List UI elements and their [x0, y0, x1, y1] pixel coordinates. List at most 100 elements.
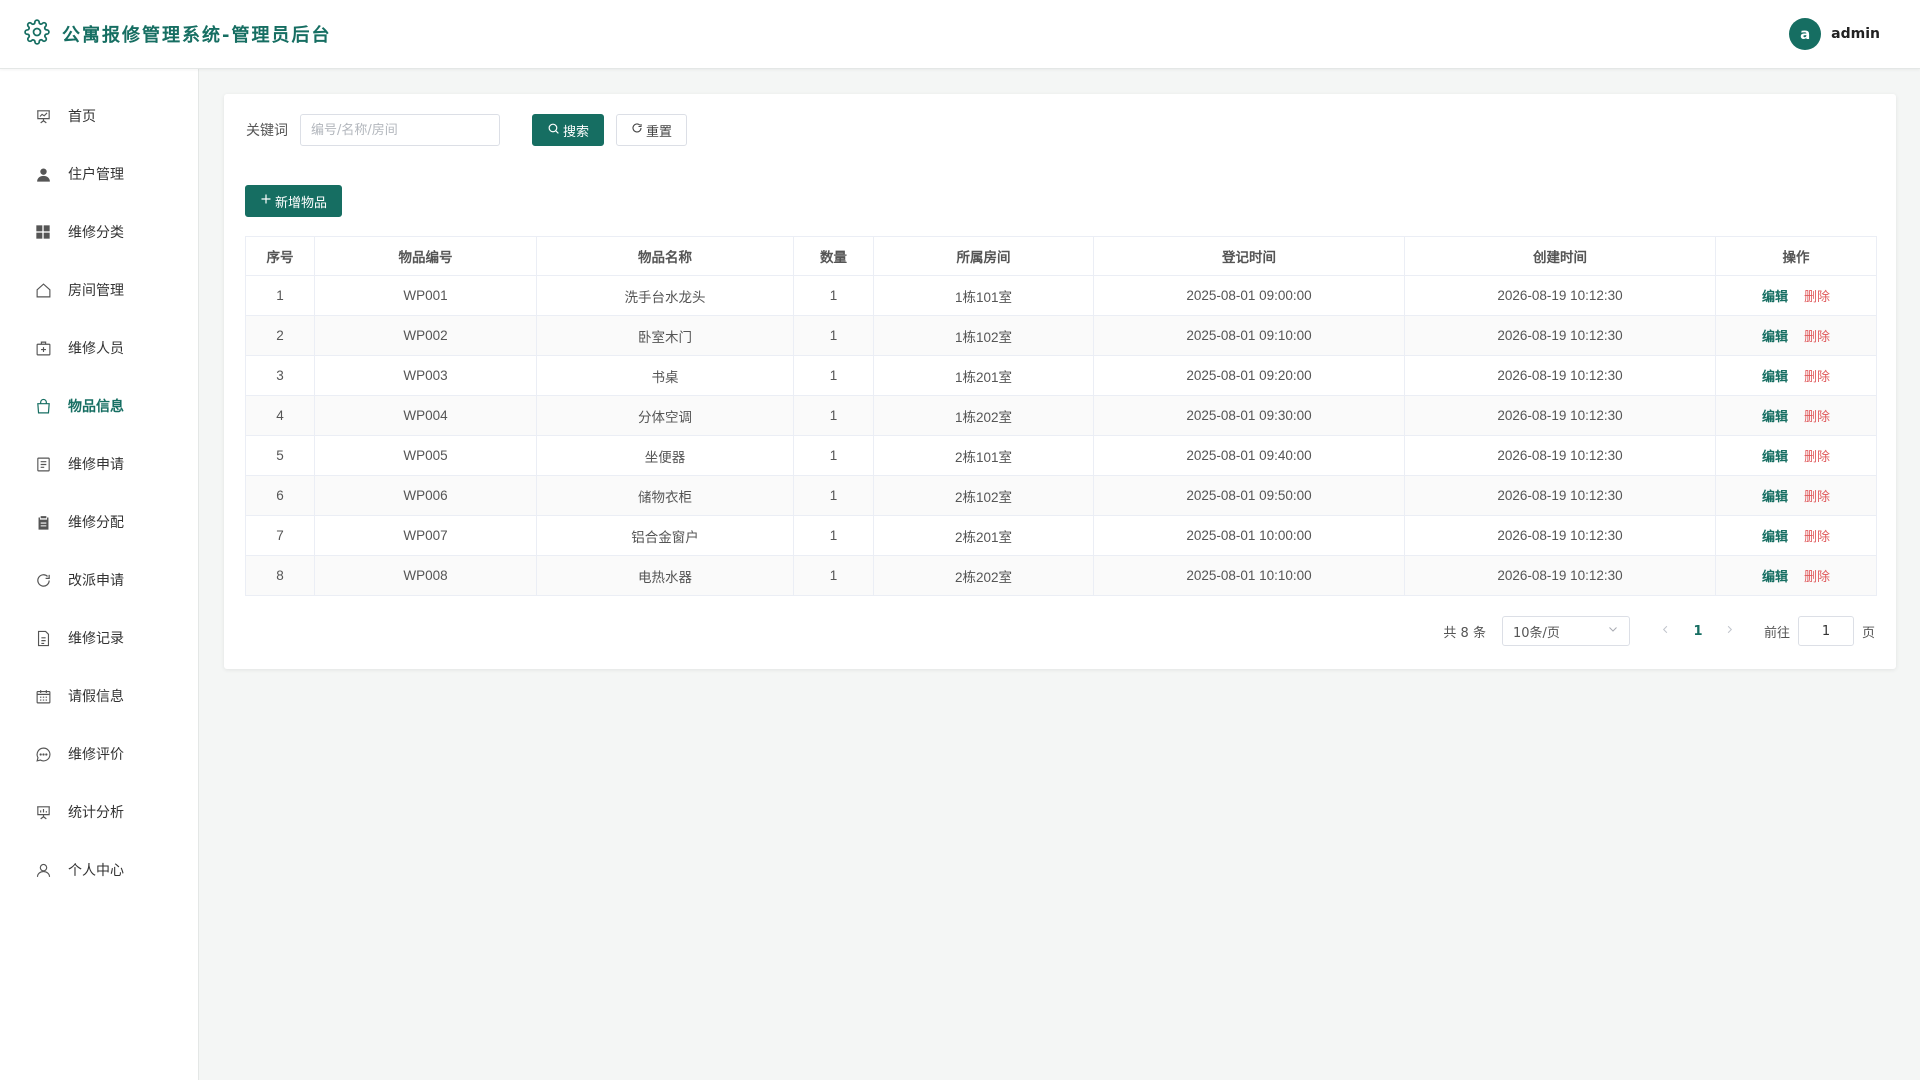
column-header: 物品编号 [314, 236, 537, 276]
table-cell: 2025-08-01 09:40:00 [1093, 435, 1405, 476]
sidebar-item-label: 维修评价 [68, 747, 124, 763]
sidebar-item-label: 维修记录 [68, 631, 124, 647]
delete-button[interactable]: 删除 [1804, 529, 1830, 544]
user-menu[interactable]: a admin [1789, 18, 1880, 50]
reset-button[interactable]: 重置 [616, 114, 688, 146]
sidebar-item-residents[interactable]: 住户管理 [0, 145, 198, 203]
table-cell: 分体空调 [536, 395, 794, 436]
table-cell: 2026-08-19 10:12:30 [1404, 435, 1716, 476]
clipboard-icon [34, 513, 52, 531]
search-icon [547, 122, 560, 139]
sidebar-item-repair-review[interactable]: 维修评价 [0, 725, 198, 783]
table-cell: 2026-08-19 10:12:30 [1404, 515, 1716, 556]
edit-button[interactable]: 编辑 [1762, 569, 1788, 584]
table-cell: 1 [793, 395, 874, 436]
table-cell: 1栋202室 [873, 395, 1094, 436]
table-cell: 2025-08-01 09:20:00 [1093, 355, 1405, 396]
sidebar-item-leave-info[interactable]: 请假信息 [0, 667, 198, 725]
table-cell: 2025-08-01 10:10:00 [1093, 555, 1405, 596]
chat-icon [34, 745, 52, 763]
sidebar-item-reassign-request[interactable]: 改派申请 [0, 551, 198, 609]
sidebar-item-statistics[interactable]: 统计分析 [0, 783, 198, 841]
sidebar-item-items[interactable]: 物品信息 [0, 377, 198, 435]
row-actions: 编辑 删除 [1715, 275, 1877, 316]
sidebar-item-label: 维修申请 [68, 457, 124, 473]
search-input[interactable] [300, 114, 500, 146]
table-cell: 1栋102室 [873, 315, 1094, 356]
row-actions: 编辑 删除 [1715, 355, 1877, 396]
sidebar-item-label: 首页 [68, 109, 96, 125]
user-icon [34, 165, 52, 183]
table-cell: 2栋101室 [873, 435, 1094, 476]
table-cell: 洗手台水龙头 [536, 275, 794, 316]
delete-button[interactable]: 删除 [1804, 449, 1830, 464]
table-cell: 2026-08-19 10:12:30 [1404, 475, 1716, 516]
table-cell: 2026-08-19 10:12:30 [1404, 355, 1716, 396]
edit-button[interactable]: 编辑 [1762, 409, 1788, 424]
calendar-icon [34, 687, 52, 705]
column-header: 操作 [1715, 236, 1877, 276]
delete-button[interactable]: 删除 [1804, 569, 1830, 584]
delete-button[interactable]: 删除 [1804, 329, 1830, 344]
table-cell: WP008 [314, 555, 537, 596]
table-cell: 铝合金窗户 [536, 515, 794, 556]
gear-icon [24, 19, 50, 49]
table-cell: 2栋202室 [873, 555, 1094, 596]
sidebar-item-label: 维修分类 [68, 225, 124, 241]
goto-page-input[interactable] [1797, 616, 1854, 646]
table-cell: 2025-08-01 09:00:00 [1093, 275, 1405, 316]
table-cell: 1栋201室 [873, 355, 1094, 396]
column-header: 序号 [245, 236, 315, 276]
pagination: 共 8 条 10条/页 1 前往 页 [1443, 616, 1875, 646]
delete-button[interactable]: 删除 [1804, 489, 1830, 504]
table-cell: 1 [793, 555, 874, 596]
sidebar-item-label: 请假信息 [68, 689, 124, 705]
sidebar-item-repair-staff[interactable]: 维修人员 [0, 319, 198, 377]
search-button-label: 搜索 [563, 124, 590, 140]
table-cell: WP004 [314, 395, 537, 436]
edit-button[interactable]: 编辑 [1762, 449, 1788, 464]
file-icon [34, 629, 52, 647]
sidebar-item-label: 改派申请 [68, 573, 124, 589]
edit-button[interactable]: 编辑 [1762, 289, 1788, 304]
edit-button[interactable]: 编辑 [1762, 529, 1788, 544]
table-cell: 1 [245, 275, 315, 316]
table-cell: 1 [793, 355, 874, 396]
sidebar-item-profile[interactable]: 个人中心 [0, 841, 198, 899]
avatar[interactable]: a [1789, 18, 1822, 50]
delete-button[interactable]: 删除 [1804, 369, 1830, 384]
column-header: 所属房间 [873, 236, 1094, 276]
sidebar-item-label: 住户管理 [68, 167, 124, 183]
table-cell: 4 [245, 395, 315, 436]
presentation-icon [34, 803, 52, 821]
search-button[interactable]: 搜索 [532, 114, 605, 146]
edit-button[interactable]: 编辑 [1762, 489, 1788, 504]
table-cell: 卧室木门 [536, 315, 794, 356]
add-item-button[interactable]: 新增物品 [245, 185, 343, 217]
edit-button[interactable]: 编辑 [1762, 329, 1788, 344]
prev-page-button[interactable] [1656, 624, 1676, 639]
sidebar-item-repair-request[interactable]: 维修申请 [0, 435, 198, 493]
sidebar-item-home[interactable]: 首页 [0, 87, 198, 145]
dashboard-icon [34, 107, 52, 125]
delete-button[interactable]: 删除 [1804, 289, 1830, 304]
table-cell: 8 [245, 555, 315, 596]
search-bar: 关键词 搜索 重置 [246, 114, 688, 146]
username[interactable]: admin [1831, 26, 1880, 42]
table-cell: 2025-08-01 09:50:00 [1093, 475, 1405, 516]
sidebar-item-repair-category[interactable]: 维修分类 [0, 203, 198, 261]
edit-button[interactable]: 编辑 [1762, 369, 1788, 384]
sidebar-item-repair-assign[interactable]: 维修分配 [0, 493, 198, 551]
row-actions: 编辑 删除 [1715, 475, 1877, 516]
page-number-current[interactable]: 1 [1686, 624, 1710, 639]
sidebar-item-repair-records[interactable]: 维修记录 [0, 609, 198, 667]
sidebar-item-rooms[interactable]: 房间管理 [0, 261, 198, 319]
house-icon [34, 281, 52, 299]
table-cell: 2026-08-19 10:12:30 [1404, 315, 1716, 356]
page-size-select[interactable]: 10条/页 [1501, 616, 1630, 646]
table-cell: WP005 [314, 435, 537, 476]
main-card: 关键词 搜索 重置 新增物品 序号 [224, 94, 1896, 669]
items-table: 序号 物品编号 物品名称 数量 所属房间 登记时间 创建时间 操作 1 WP001… [245, 236, 1877, 596]
delete-button[interactable]: 删除 [1804, 409, 1830, 424]
next-page-button[interactable] [1720, 624, 1740, 639]
